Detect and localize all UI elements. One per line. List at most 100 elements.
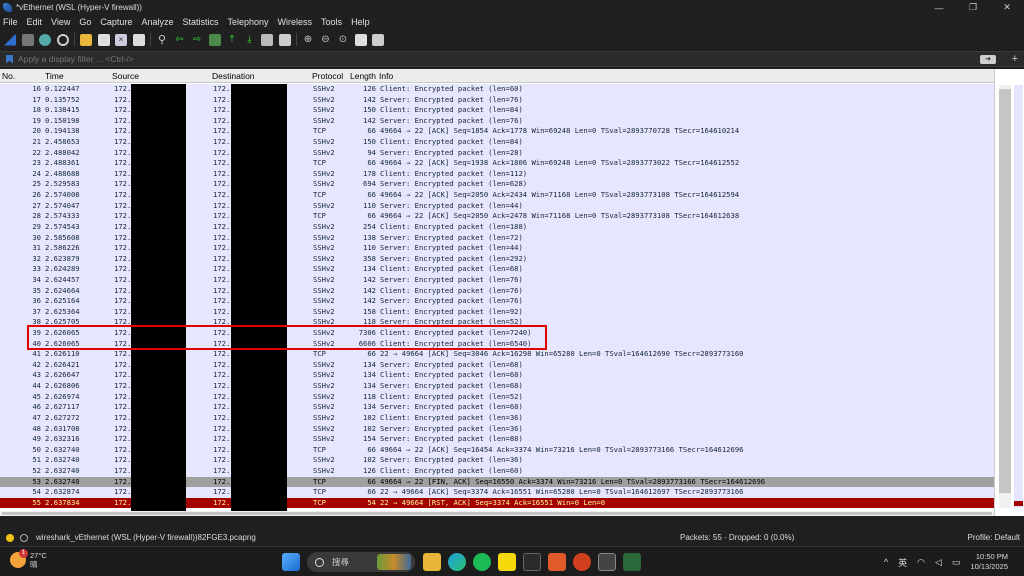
menu-edit[interactable]: Edit — [27, 17, 43, 27]
battery-icon[interactable]: ▭ — [952, 557, 961, 568]
input-method-indicator[interactable]: 英 — [898, 556, 907, 569]
restart-capture-icon[interactable] — [39, 33, 51, 46]
menu-telephony[interactable]: Telephony — [227, 17, 268, 27]
menu-wireless[interactable]: Wireless — [278, 17, 313, 27]
autoscroll-icon[interactable] — [261, 33, 273, 46]
notification-badge: 1 — [19, 549, 28, 558]
packet-cell-info: Server: Encrypted packet (len=68) — [380, 359, 523, 369]
menu-analyze[interactable]: Analyze — [141, 17, 173, 27]
clock[interactable]: 10:50 PM 10/13/2025 — [970, 552, 1008, 572]
menu-file[interactable]: File — [3, 17, 18, 27]
profile-label[interactable]: Profile: Default — [968, 533, 1020, 542]
app-icon[interactable] — [548, 553, 566, 571]
packet-cell-src: 172. — [114, 476, 132, 486]
packet-cell-proto: TCP — [313, 190, 326, 200]
menu-bar: File Edit View Go Capture Analyze Statis… — [0, 15, 1024, 29]
start-capture-icon[interactable] — [4, 33, 16, 46]
zoom-in-icon[interactable]: ⊕ — [302, 34, 314, 46]
maximize-button[interactable]: ❐ — [956, 0, 990, 15]
go-back-icon[interactable]: ⇦ — [174, 34, 186, 46]
zoom-out-icon[interactable]: ⊖ — [320, 34, 332, 46]
column-source[interactable]: Source — [112, 71, 139, 81]
close-button[interactable]: ✕ — [990, 0, 1024, 15]
capture-file-name: wireshark_vEthernet (WSL (Hyper-V firewa… — [36, 533, 256, 542]
reload-file-icon[interactable] — [132, 33, 145, 46]
go-forward-icon[interactable]: ⇨ — [191, 34, 203, 46]
comments-icon[interactable] — [20, 533, 28, 542]
vertical-scrollbar[interactable] — [994, 69, 1024, 516]
menu-view[interactable]: View — [51, 17, 70, 27]
packet-cell-dst: 172. — [213, 84, 231, 93]
packet-cell-len: 142 — [363, 296, 376, 306]
go-first-icon[interactable]: ⤒ — [226, 34, 238, 46]
column-no[interactable]: No. — [2, 71, 15, 81]
bookmark-icon[interactable] — [6, 54, 13, 64]
weather-widget[interactable]: 1 27°C 晴 — [10, 549, 47, 569]
sticky-notes-icon[interactable] — [498, 553, 516, 571]
column-time[interactable]: Time — [45, 71, 64, 81]
apply-filter-icon[interactable]: ➔ — [980, 55, 996, 64]
layout-icon[interactable] — [372, 33, 384, 46]
packet-cell-dst: 172. — [213, 455, 231, 465]
display-filter-input[interactable] — [18, 54, 918, 64]
packet-cell-proto: SSHv2 — [313, 412, 335, 422]
snipping-tool-icon[interactable] — [598, 553, 616, 571]
packet-cell-no: 46 — [32, 402, 41, 412]
packet-cell-no: 41 — [32, 349, 41, 359]
excel-icon[interactable] — [623, 553, 641, 571]
go-last-icon[interactable]: ⤓ — [244, 34, 256, 46]
packet-cell-dst: 172. — [213, 168, 231, 178]
column-info[interactable]: Info — [379, 71, 393, 81]
capture-options-icon[interactable] — [56, 33, 69, 46]
packet-cell-len: 138 — [363, 232, 376, 242]
close-file-icon[interactable]: × — [115, 33, 127, 46]
horizontal-scrollbar[interactable] — [0, 511, 994, 516]
menu-statistics[interactable]: Statistics — [182, 17, 218, 27]
tray-overflow-icon[interactable]: ^ — [884, 557, 888, 567]
taskbar-search[interactable]: 搜尋 — [307, 552, 415, 572]
powerpoint-icon[interactable] — [573, 553, 591, 571]
packet-cell-info: Client: Encrypted packet (len=68) — [380, 264, 523, 274]
packet-cell-no: 51 — [32, 455, 41, 465]
packet-cell-len: 66 — [367, 476, 376, 486]
packet-minimap[interactable] — [1014, 85, 1023, 508]
packet-cell-len: 694 — [363, 179, 376, 189]
terminal-icon[interactable] — [523, 553, 541, 571]
volume-icon[interactable]: ◁ — [935, 557, 942, 568]
expert-info-icon[interactable] — [6, 533, 14, 542]
stop-capture-icon[interactable] — [21, 33, 34, 46]
menu-capture[interactable]: Capture — [100, 17, 132, 27]
go-to-packet-icon[interactable] — [208, 33, 221, 46]
spotify-icon[interactable] — [473, 553, 491, 571]
column-protocol[interactable]: Protocol — [312, 71, 343, 81]
start-button-icon[interactable] — [282, 553, 300, 571]
open-file-icon[interactable] — [80, 33, 92, 46]
packet-cell-src: 172. — [114, 115, 132, 125]
column-destination[interactable]: Destination — [212, 71, 255, 81]
packet-cell-info: Server: Encrypted packet (len=36) — [380, 455, 523, 465]
packet-cell-no: 44 — [32, 381, 41, 391]
add-filter-icon[interactable]: + — [1012, 53, 1018, 65]
wifi-icon[interactable]: ◠ — [917, 557, 925, 568]
packet-cell-len: 158 — [363, 306, 376, 316]
packet-cell-src: 172. — [114, 253, 132, 263]
scroll-thumb[interactable] — [999, 89, 1011, 493]
resize-columns-icon[interactable] — [354, 33, 367, 46]
find-packet-icon[interactable]: ⚲ — [156, 34, 168, 46]
zoom-reset-icon[interactable]: ⊙ — [337, 34, 349, 46]
file-explorer-icon[interactable] — [423, 553, 441, 571]
edge-icon[interactable] — [448, 553, 466, 571]
packet-cell-no: 32 — [32, 253, 41, 263]
colorize-icon[interactable] — [278, 33, 291, 46]
minimize-button[interactable]: — — [922, 0, 956, 15]
menu-go[interactable]: Go — [79, 17, 91, 27]
packet-cell-dst: 172. — [213, 359, 231, 369]
menu-help[interactable]: Help — [351, 17, 370, 27]
horizontal-scroll-thumb[interactable] — [2, 512, 992, 515]
packet-cell-time: 2.625164 — [45, 296, 80, 306]
save-file-icon[interactable] — [97, 33, 110, 46]
packet-cell-time: 0.194138 — [45, 126, 80, 136]
packet-cell-time: 2.632874 — [45, 487, 80, 497]
column-length[interactable]: Length — [350, 71, 377, 81]
menu-tools[interactable]: Tools — [321, 17, 342, 27]
